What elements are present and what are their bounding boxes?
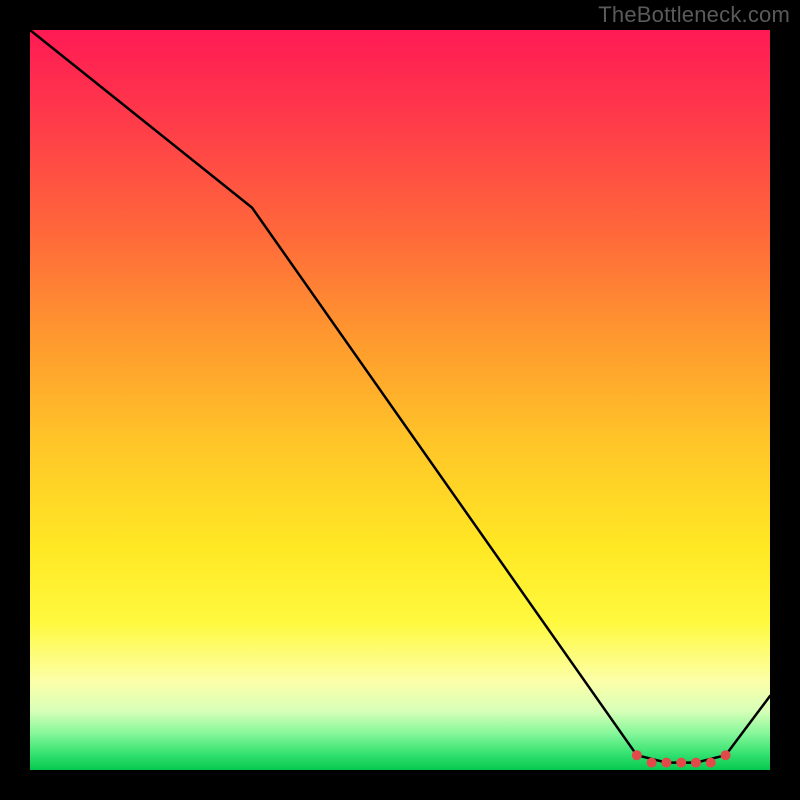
- plot-area: [30, 30, 770, 770]
- plateau-marker: [691, 758, 701, 768]
- chart-frame: TheBottleneck.com: [0, 0, 800, 800]
- plateau-marker: [721, 750, 731, 760]
- watermark-text: TheBottleneck.com: [598, 2, 790, 28]
- plateau-marker: [647, 758, 657, 768]
- plateau-marker: [661, 758, 671, 768]
- plateau-marker: [632, 750, 642, 760]
- chart-svg: [30, 30, 770, 770]
- curve-line: [30, 30, 770, 763]
- plateau-marker: [676, 758, 686, 768]
- plateau-marker: [706, 758, 716, 768]
